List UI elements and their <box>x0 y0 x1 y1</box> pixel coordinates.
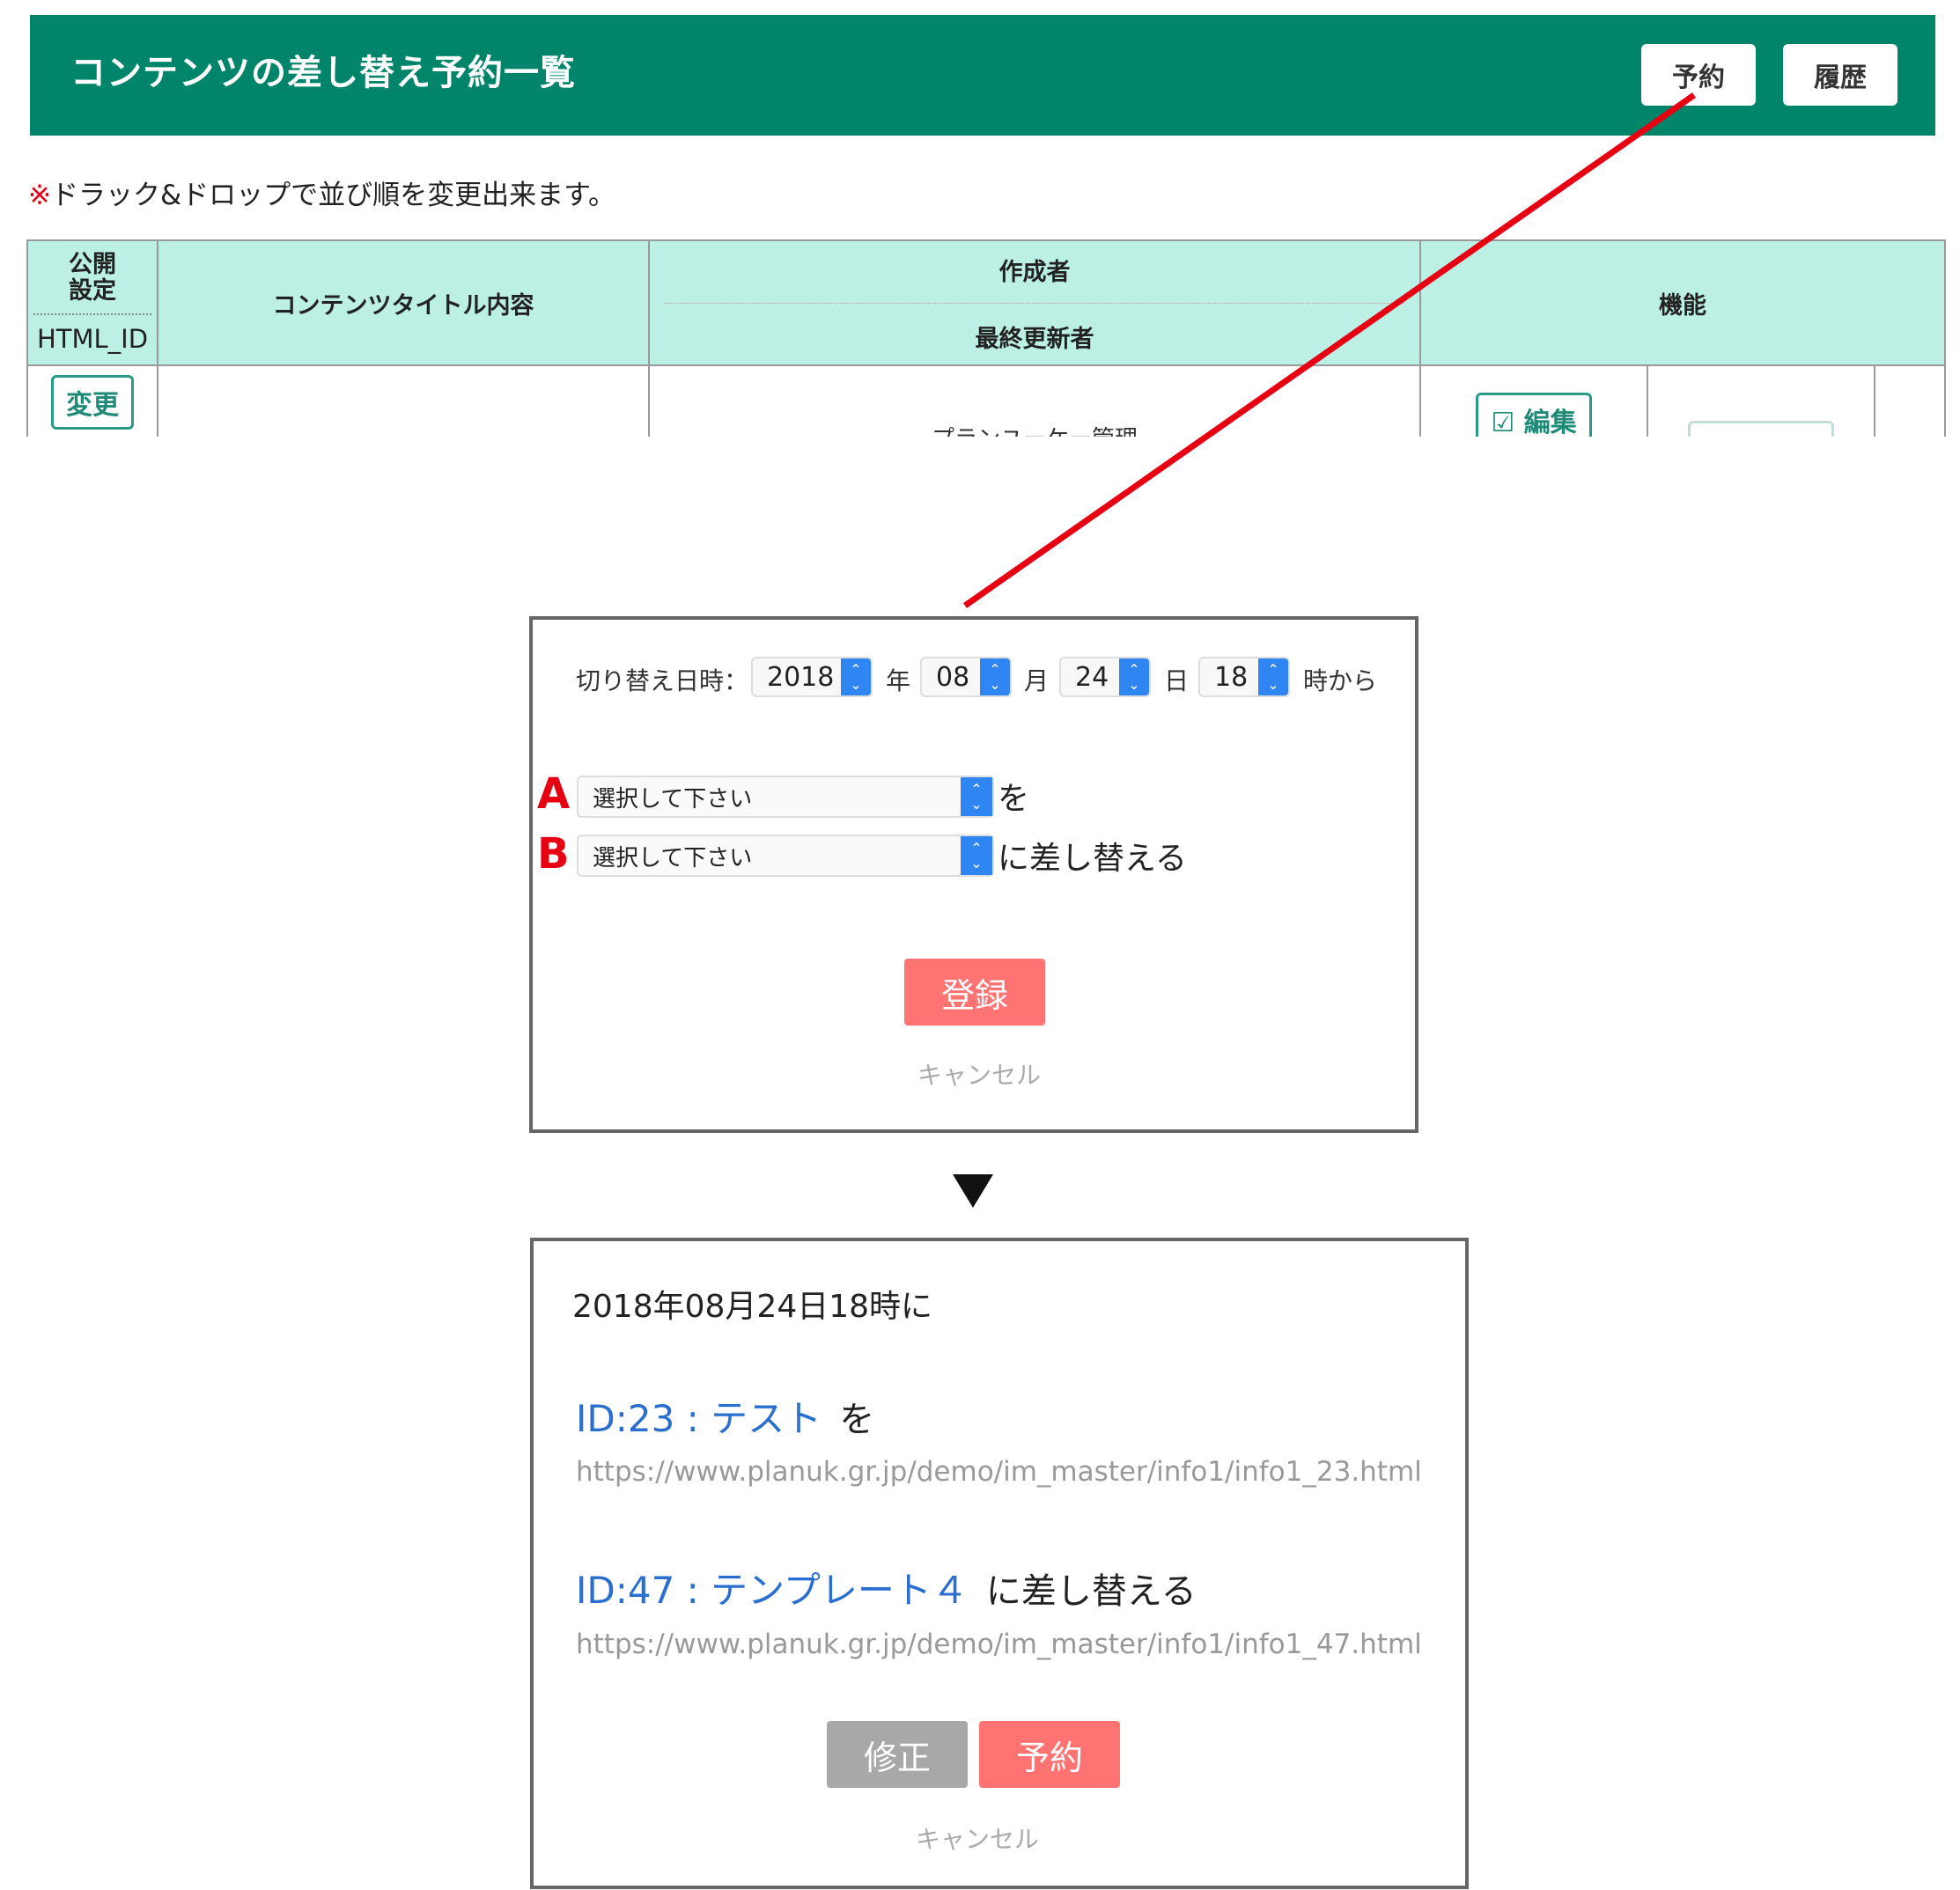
select-arrows-icon: ⌃ ⌄ <box>961 836 992 875</box>
source-content-link[interactable]: ID:23 : テスト <box>576 1389 822 1443</box>
down-arrow-icon <box>953 1174 993 1208</box>
table-row: 変更 プランユーケー管理 ☑ 編集 <box>26 364 1946 437</box>
source-suffix: を <box>998 781 1030 817</box>
year-select[interactable]: 2018 ⌃ ⌄ <box>751 657 873 697</box>
day-value: 24 <box>1075 661 1109 693</box>
source-row-suffix: を <box>839 1399 875 1440</box>
spinner-arrows-icon: ⌃ ⌄ <box>841 658 871 695</box>
function-button-faded[interactable] <box>1688 421 1834 437</box>
author-label: 作成者 <box>665 253 1404 304</box>
target-row-suffix: に差し替える <box>985 1570 1197 1612</box>
marker-a: A <box>537 769 571 819</box>
month-select[interactable]: 08 ⌃ ⌄ <box>920 657 1012 697</box>
publish-setting-label: 公開 設定 <box>33 252 152 315</box>
note-mark: ※ <box>28 180 51 211</box>
hour-value: 18 <box>1214 661 1249 693</box>
source-row: ID:23 : テスト を <box>576 1389 874 1443</box>
drag-drop-note: ※ドラック&ドロップで並び順を変更出来ます。 <box>28 173 615 212</box>
marker-b: B <box>537 829 570 879</box>
spinner-arrows-icon: ⌃ ⌄ <box>980 658 1010 695</box>
source-url: https://www.planuk.gr.jp/demo/im_master/… <box>576 1456 1422 1488</box>
target-suffix: に差し替える <box>998 841 1187 877</box>
spinner-arrows-icon: ⌃ ⌄ <box>1258 658 1288 695</box>
cancel-link[interactable]: キャンセル <box>916 1820 1039 1856</box>
target-url: https://www.planuk.gr.jp/demo/im_master/… <box>576 1629 1422 1660</box>
content-table: 公開 設定 HTML_ID コンテンツタイトル内容 作成者 最終更新者 機能 変… <box>26 239 1946 437</box>
confirm-reserve-button[interactable]: 予約 <box>979 1721 1120 1788</box>
hour-unit: 時から <box>1303 666 1378 695</box>
change-button[interactable]: 変更 <box>51 375 134 430</box>
reserve-button[interactable]: 予約 <box>1641 44 1756 106</box>
target-select-value: 選択して下さい <box>593 844 753 871</box>
year-unit: 年 <box>886 666 911 695</box>
edit-button[interactable]: ☑ 編集 <box>1476 393 1592 437</box>
target-content-link[interactable]: ID:47 : テンプレート４ <box>576 1561 969 1614</box>
source-select-value: 選択して下さい <box>593 785 753 813</box>
day-select[interactable]: 24 ⌃ ⌄ <box>1059 657 1151 697</box>
last-updater-label: 最終更新者 <box>975 325 1094 353</box>
column-header-publish: 公開 設定 HTML_ID <box>26 239 158 366</box>
column-header-author: 作成者 最終更新者 <box>648 239 1421 366</box>
note-text: ドラック&ドロップで並び順を変更出来ます。 <box>50 180 616 211</box>
creator-cell: プランユーケー管理 <box>648 364 1421 437</box>
cancel-link[interactable]: キャンセル <box>917 1056 1041 1092</box>
history-button[interactable]: 履歴 <box>1783 44 1897 106</box>
register-button[interactable]: 登録 <box>904 959 1045 1026</box>
select-arrows-icon: ⌃ ⌄ <box>961 777 992 816</box>
hour-select[interactable]: 18 ⌃ ⌄ <box>1198 657 1290 697</box>
edit-button-label: 編集 <box>1523 408 1577 437</box>
edit-icon: ☑ <box>1491 408 1515 437</box>
source-content-select[interactable]: 選択して下さい ⌃ ⌄ <box>577 776 994 818</box>
month-unit: 月 <box>1024 666 1050 695</box>
month-value: 08 <box>936 661 970 693</box>
target-content-select[interactable]: 選択して下さい ⌃ ⌄ <box>577 835 994 877</box>
year-value: 2018 <box>767 661 835 693</box>
reservation-datetime-text: 2018年08月24日18時に <box>572 1289 933 1325</box>
page-title: コンテンツの差し替え予約一覧 <box>70 53 576 93</box>
day-unit: 日 <box>1164 666 1190 695</box>
edit-reservation-button[interactable]: 修正 <box>827 1721 968 1788</box>
column-header-functions: 機能 <box>1419 239 1946 366</box>
datetime-label: 切り替え日時： <box>576 666 749 695</box>
target-row: ID:47 : テンプレート４ に差し替える <box>576 1561 1197 1614</box>
column-header-title: コンテンツタイトル内容 <box>157 239 650 366</box>
spinner-arrows-icon: ⌃ ⌄ <box>1119 658 1149 695</box>
html-id-label: HTML_ID <box>36 324 149 354</box>
